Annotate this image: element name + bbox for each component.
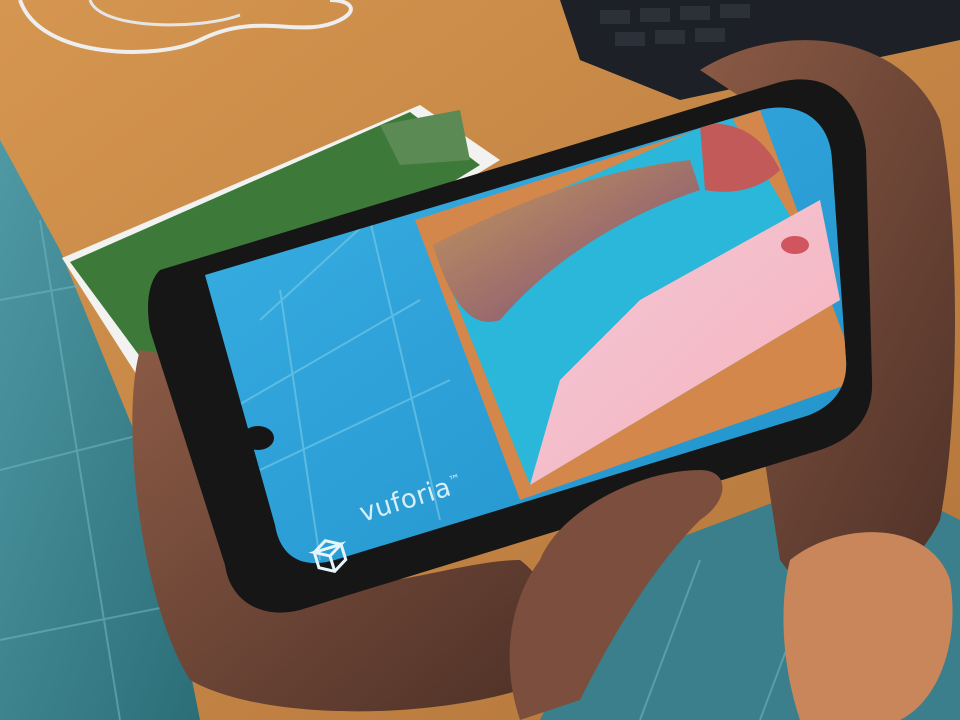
photo-scene: vuforia™ [0,0,960,720]
ar-overlay-boat [781,236,809,254]
photo-illustration [0,0,960,720]
camera-notch [242,426,274,450]
right-arm [783,532,953,720]
